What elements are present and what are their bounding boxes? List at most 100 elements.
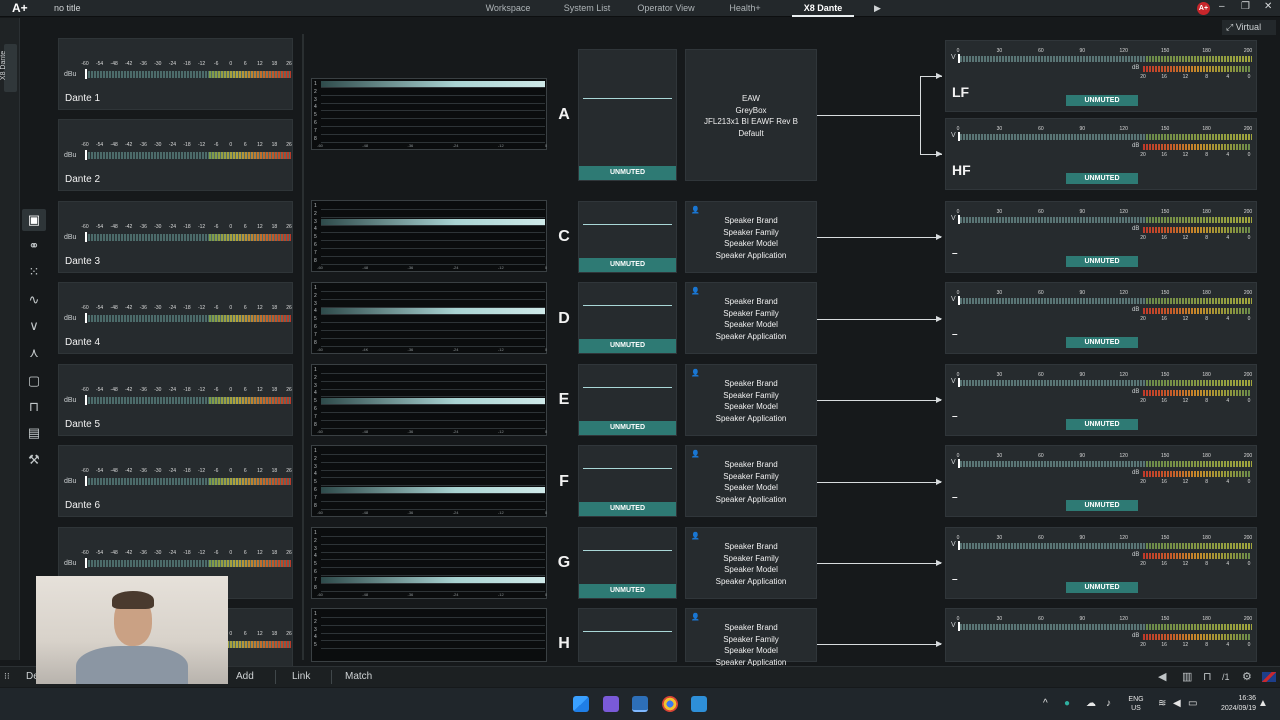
lock-icon[interactable]: ⊓ xyxy=(22,396,46,418)
unmuted-button[interactable]: UNMUTED xyxy=(579,339,676,353)
input-card[interactable]: -60 -54 -48 -42 -36 -30 -24 -18 -12 -6 0 6 12 18 26 dBu… xyxy=(58,38,293,110)
matrix-row[interactable] xyxy=(321,234,545,242)
matrix-row[interactable] xyxy=(321,456,545,463)
matrix-row[interactable] xyxy=(321,471,545,479)
matrix-row[interactable] xyxy=(321,383,545,390)
matrix-row[interactable] xyxy=(321,634,545,642)
output-mute-panel[interactable]: UNMUTED xyxy=(578,445,677,517)
clock-time[interactable]: 16:36 xyxy=(1206,695,1256,702)
input-level-marker[interactable] xyxy=(85,69,87,79)
chrome-icon[interactable] xyxy=(662,696,678,712)
matrix-row[interactable] xyxy=(321,569,545,576)
input-card[interactable]: -60 -54 -48 -42 -36 -30 -24 -18 -12 -6 0 6 12 18 26 dBu… xyxy=(58,201,293,273)
output-mute-panel[interactable] xyxy=(578,608,677,662)
save-icon[interactable]: ▤ xyxy=(22,422,46,444)
matrix-row[interactable] xyxy=(321,120,545,127)
app-icon-studio[interactable] xyxy=(603,696,619,712)
speaker-icon[interactable]: ◀ xyxy=(1158,670,1166,683)
speaker-info-panel[interactable]: 👤 Speaker Brand Speaker Family Speaker Mode… xyxy=(685,364,817,436)
cloud-icon[interactable]: ☁ xyxy=(1086,698,1096,709)
matrix-row[interactable] xyxy=(321,136,545,143)
tools-icon[interactable]: ⚒ xyxy=(22,449,46,471)
virtual-mode-button[interactable]: ⤢ Virtual xyxy=(1222,20,1276,35)
speaker-info-panel[interactable]: 👤 Speaker Brand Speaker Family Speaker Mode… xyxy=(685,445,817,517)
output-mute-panel[interactable]: UNMUTED xyxy=(578,49,677,181)
gear-icon[interactable]: ⚙ xyxy=(1242,670,1252,683)
output-gain-line[interactable] xyxy=(583,550,672,551)
matrix-row[interactable] xyxy=(321,414,545,421)
matrix-row[interactable] xyxy=(321,487,545,494)
add-button[interactable]: Add xyxy=(236,671,254,682)
minimize-icon[interactable]: – xyxy=(1219,1,1225,12)
play-icon[interactable]: ▶ xyxy=(874,3,881,14)
matrix-row[interactable] xyxy=(321,112,545,120)
matrix-panel[interactable]: 1 2 3 4 5 6 7 8 -60 -48 -36 -24 -12 0 xyxy=(311,364,547,436)
matrix-row[interactable] xyxy=(321,619,545,626)
lang-top[interactable]: ENG xyxy=(1126,696,1146,703)
tray-chevron-icon[interactable]: ^ xyxy=(1043,698,1048,709)
unmuted-button[interactable]: UNMUTED xyxy=(1066,95,1138,106)
eq-icon[interactable]: ∿ xyxy=(22,289,46,311)
unmuted-button[interactable]: UNMUTED xyxy=(579,421,676,435)
matrix-row[interactable] xyxy=(321,398,545,406)
output-gain-line[interactable] xyxy=(583,387,672,388)
start-icon[interactable] xyxy=(573,696,589,712)
input-card[interactable]: -60 -54 -48 -42 -36 -30 -24 -18 -12 -6 0 6 12 18 26 dBu… xyxy=(58,364,293,436)
tab-health[interactable]: Health+ xyxy=(729,3,760,13)
matrix-row[interactable] xyxy=(321,211,545,218)
matrix-row[interactable] xyxy=(321,308,545,316)
matrix-row[interactable] xyxy=(321,367,545,374)
amp-meter-card[interactable]: 0 30 60 90 120 150 180 200 VdB 20 16 12 8 4 0 – UNMUTED xyxy=(945,201,1257,273)
link-button[interactable]: Link xyxy=(292,671,310,682)
matrix-row[interactable] xyxy=(321,324,545,331)
language-flag-icon[interactable] xyxy=(1262,672,1276,682)
wifi-icon[interactable]: ≋ xyxy=(1158,698,1166,709)
side-tab-x8-dante[interactable]: X8 Dante xyxy=(0,44,17,92)
matrix-row[interactable] xyxy=(321,340,545,347)
amp-meter-card[interactable]: 0 30 60 90 120 150 180 200 VdB 20 16 12 8 4 0 xyxy=(945,608,1257,662)
tab-workspace[interactable]: Workspace xyxy=(486,3,531,13)
speaker-info-panel[interactable]: 👤 Speaker Brand Speaker Family Speaker Mode… xyxy=(685,201,817,273)
amp-meter-card[interactable]: 0 30 60 90 120 150 180 200 VdB 20 16 12 8 4 0 – UNMUTED xyxy=(945,527,1257,599)
matrix-row[interactable] xyxy=(321,585,545,592)
unmuted-button[interactable]: UNMUTED xyxy=(579,502,676,516)
output-gain-line[interactable] xyxy=(583,305,672,306)
match-button[interactable]: Match xyxy=(345,671,372,682)
matrix-row[interactable] xyxy=(321,97,545,104)
matrix-row[interactable] xyxy=(321,448,545,455)
amp-meter-card[interactable]: 0 30 60 90 120 150 180 200 VdB 20 16 12 8 4 0 – UNMUTED xyxy=(945,364,1257,436)
clock-date[interactable]: 2024/09/19 xyxy=(1206,705,1256,712)
matrix-row[interactable] xyxy=(321,203,545,210)
matrix-row[interactable] xyxy=(321,495,545,502)
matrix-row[interactable] xyxy=(321,89,545,96)
output-icon[interactable]: ▢ xyxy=(22,370,46,392)
input-card[interactable]: -60 -54 -48 -42 -36 -30 -24 -18 -12 -6 0 6 12 18 26 dBu… xyxy=(58,282,293,354)
unmuted-button[interactable]: UNMUTED xyxy=(1066,419,1138,430)
unmuted-button[interactable]: UNMUTED xyxy=(579,258,676,272)
matrix-row[interactable] xyxy=(321,642,545,650)
input-card[interactable]: -60 -54 -48 -42 -36 -30 -24 -18 -12 -6 0 6 12 18 26 dBu… xyxy=(58,119,293,191)
matrix-panel[interactable]: 1 2 3 4 5 6 7 8 -60 -48 -36 -24 -12 0 xyxy=(311,78,547,150)
matrix-panel[interactable]: 1 2 3 4 5 6 7 8 -60 -48 -36 -24 -12 0 xyxy=(311,200,547,272)
restore-icon[interactable]: ❐ xyxy=(1241,1,1250,12)
input-card[interactable]: -60 -54 -48 -42 -36 -30 -24 -18 -12 -6 0 6 12 18 26 dBu… xyxy=(58,445,293,517)
input-level-marker[interactable] xyxy=(85,150,87,160)
matrix-row[interactable] xyxy=(321,285,545,292)
matrix-row[interactable] xyxy=(321,553,545,561)
matrix-row[interactable] xyxy=(321,226,545,234)
input-level-marker[interactable] xyxy=(85,395,87,405)
tab-x8-dante[interactable]: X8 Dante xyxy=(804,3,843,13)
matrix-row[interactable] xyxy=(321,538,545,545)
volume-icon[interactable]: ◀ xyxy=(1173,698,1181,709)
trash-icon[interactable]: ▥ xyxy=(1182,670,1192,683)
matrix-icon[interactable]: ⁙ xyxy=(22,261,46,283)
matrix-row[interactable] xyxy=(321,218,545,226)
amp-meter-card[interactable]: 0 30 60 90 120 150 180 200 VdB 20 16 12 8 4 0 – UNMUTED xyxy=(945,282,1257,354)
matrix-row[interactable] xyxy=(321,627,545,634)
matrix-row[interactable] xyxy=(321,530,545,537)
matrix-row[interactable] xyxy=(321,250,545,257)
routing-icon[interactable]: ⚭ xyxy=(22,235,46,257)
input-level-marker[interactable] xyxy=(85,232,87,242)
output-mute-panel[interactable]: UNMUTED xyxy=(578,282,677,354)
lang-bottom[interactable]: US xyxy=(1126,705,1146,712)
